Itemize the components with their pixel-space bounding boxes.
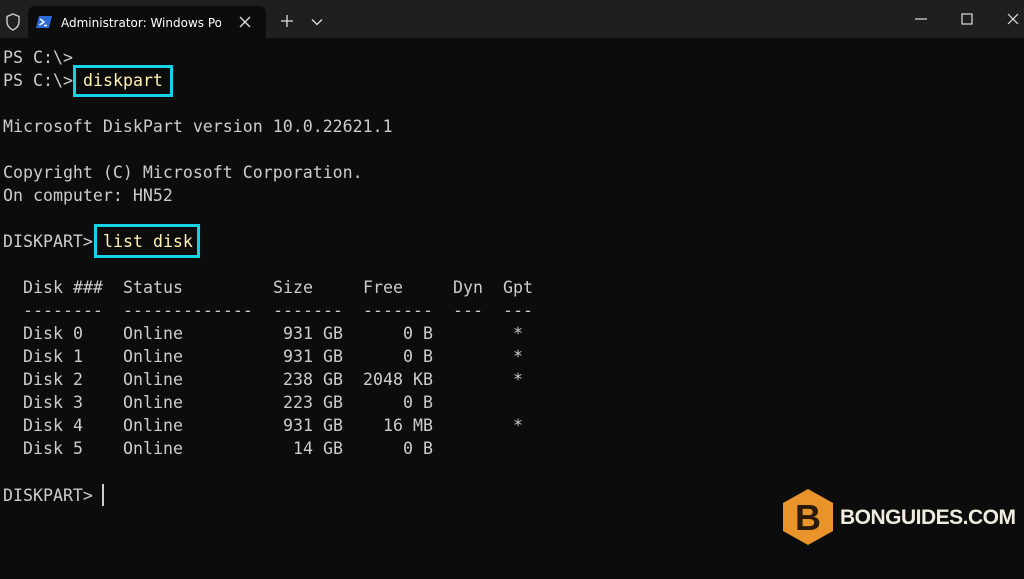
window-close-icon[interactable] (1004, 10, 1022, 28)
table-cell: Online (123, 347, 183, 366)
tab-powershell[interactable]: Administrator: Windows PowerShell (28, 6, 266, 38)
table-header: Disk ### (23, 278, 103, 297)
table-cell: 0 B (403, 393, 433, 412)
logo-letter: B (795, 497, 821, 538)
copyright-line: Copyright (C) Microsoft Corporation. (3, 163, 363, 182)
table-separator: ------------- (123, 301, 253, 320)
table-header: Free (363, 278, 403, 297)
watermark-text: BONGUIDES.COM (840, 506, 1016, 529)
list-disk-command: list disk (103, 232, 193, 251)
table-cell: Online (123, 416, 183, 435)
prompt-line-1: PS C:\> (3, 48, 73, 67)
table-cell: Online (123, 393, 183, 412)
table-cell: * (513, 370, 523, 389)
prompt-line-2: PS C:\> (3, 69, 73, 92)
diskpart-command: diskpart (83, 71, 163, 90)
table-separator: ------- (363, 301, 433, 320)
table-cell: 0 B (403, 324, 433, 343)
text-cursor (102, 484, 104, 506)
plus-icon[interactable] (280, 14, 294, 28)
table-cell: 931 GB (283, 347, 343, 366)
maximize-icon[interactable] (958, 10, 976, 28)
terminal-output[interactable]: PS C:\> PS C:\> diskpart Microsoft DiskP… (0, 38, 1024, 579)
table-cell: 0 B (403, 439, 433, 458)
table-header: Gpt (503, 278, 533, 297)
chevron-down-icon[interactable] (311, 17, 323, 27)
table-cell: * (513, 416, 523, 435)
computer-line: On computer: HN52 (3, 186, 173, 205)
table-cell: 2048 KB (363, 370, 433, 389)
table-cell: Disk 3 (23, 393, 83, 412)
title-bar: Administrator: Windows PowerShell (0, 0, 1024, 38)
table-separator: ------- (273, 301, 343, 320)
table-header: Status (123, 278, 183, 297)
table-cell: * (513, 347, 523, 366)
diskpart-prompt: DISKPART> (3, 232, 93, 251)
version-line: Microsoft DiskPart version 10.0.22621.1 (3, 117, 393, 136)
table-cell: 0 B (403, 347, 433, 366)
table-separator: --- (453, 301, 483, 320)
table-cell: Disk 4 (23, 416, 83, 435)
prompt-text: PS C:\> (3, 71, 73, 90)
table-cell: Disk 2 (23, 370, 83, 389)
table-cell: Online (123, 324, 183, 343)
table-cell: * (513, 324, 523, 343)
bonguides-logo: B (783, 489, 833, 545)
powershell-icon (36, 16, 52, 28)
table-separator: -------- (23, 301, 103, 320)
tab-title: Administrator: Windows PowerShell (61, 16, 221, 30)
table-cell: Online (123, 439, 183, 458)
minimize-icon[interactable] (912, 10, 930, 28)
table-cell: 931 GB (283, 416, 343, 435)
table-cell: 238 GB (283, 370, 343, 389)
table-cell: 223 GB (283, 393, 343, 412)
table-cell: Disk 0 (23, 324, 83, 343)
table-cell: 14 GB (293, 439, 343, 458)
table-separator: --- (503, 301, 533, 320)
table-cell: Disk 5 (23, 439, 83, 458)
table-cell: 16 MB (383, 416, 433, 435)
table-header: Size (273, 278, 313, 297)
close-icon[interactable] (238, 15, 252, 29)
table-cell: 931 GB (283, 324, 343, 343)
table-cell: Disk 1 (23, 347, 83, 366)
table-header: Dyn (453, 278, 483, 297)
diskpart-prompt-current: DISKPART> (3, 486, 93, 505)
table-cell: Online (123, 370, 183, 389)
shield-icon (6, 13, 20, 31)
